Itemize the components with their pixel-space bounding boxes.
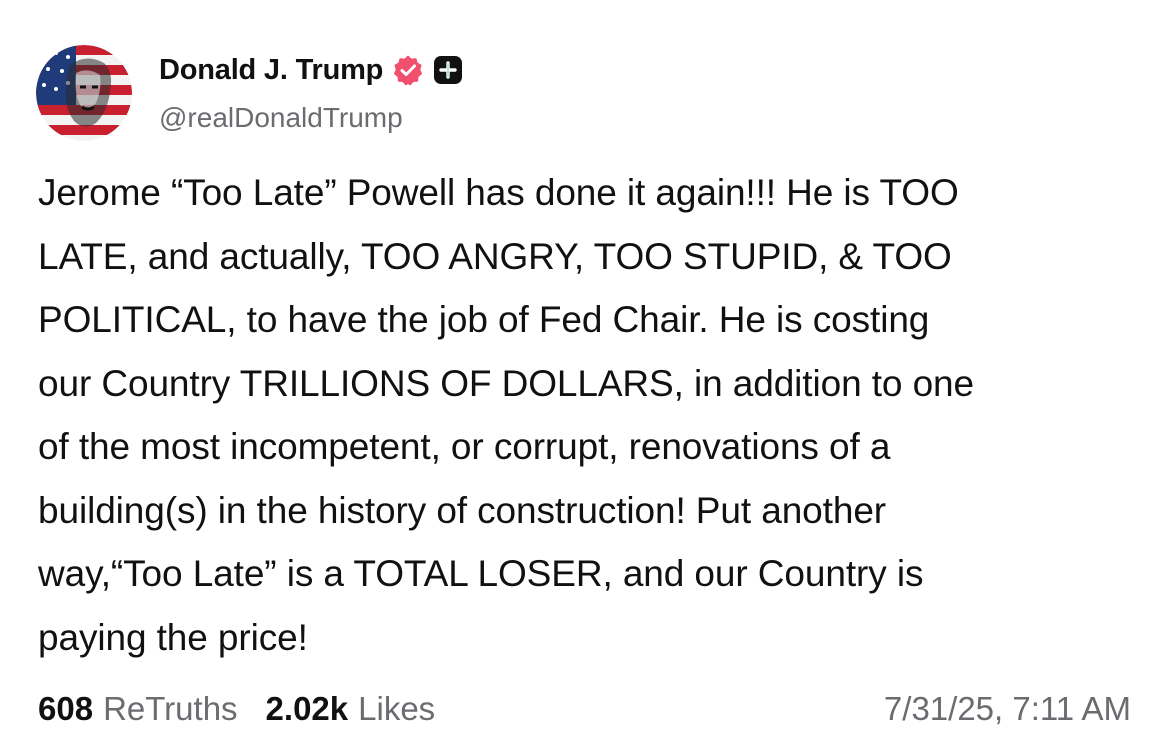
post-body-line: building(s) in the history of constructi… — [38, 489, 887, 531]
post-footer: 608 ReTruths 2.02k Likes 7/31/25, 7:11 A… — [38, 686, 1131, 732]
avatar[interactable] — [36, 45, 132, 141]
author-display-name[interactable]: Donald J. Trump — [159, 54, 383, 87]
likes-count: 2.02k — [265, 690, 349, 727]
post-body-line: Jerome “Too Late” Powell has done it aga… — [38, 172, 959, 213]
verified-badge-icon — [392, 54, 424, 86]
retruths-label: ReTruths — [103, 690, 238, 727]
likes-label: Likes — [358, 690, 436, 727]
flag-portrait-avatar-icon — [36, 45, 132, 141]
post-body-line: our Country TRILLIONS OF DOLLARS, in add… — [38, 362, 975, 404]
retruths-count: 608 — [38, 690, 94, 727]
post-body: Jerome “Too Late” Powell has done it aga… — [38, 161, 1138, 669]
post-body-line: paying the price! — [38, 616, 308, 658]
author-name-row: Donald J. Trump — [159, 50, 463, 90]
retruths-stat[interactable]: 608 ReTruths — [38, 690, 238, 728]
post-timestamp[interactable]: 7/31/25, 7:11 AM — [884, 690, 1131, 728]
post-body-line: of the most incompetent, or corrupt, ren… — [38, 426, 891, 467]
post-body-line: way,“Too Late” is a TOTAL LOSER, and our… — [38, 553, 924, 594]
author-handle[interactable]: @realDonaldTrump — [159, 102, 403, 134]
likes-stat[interactable]: 2.02k Likes — [266, 690, 436, 728]
post-body-line: POLITICAL, to have the job of Fed Chair.… — [38, 299, 930, 340]
plus-badge-icon — [433, 55, 463, 85]
truth-post: Donald J. Trump @realDonaldTrump Jerome … — [0, 0, 1169, 738]
post-body-line: LATE, and actually, TOO ANGRY, TOO STUPI… — [38, 235, 952, 277]
